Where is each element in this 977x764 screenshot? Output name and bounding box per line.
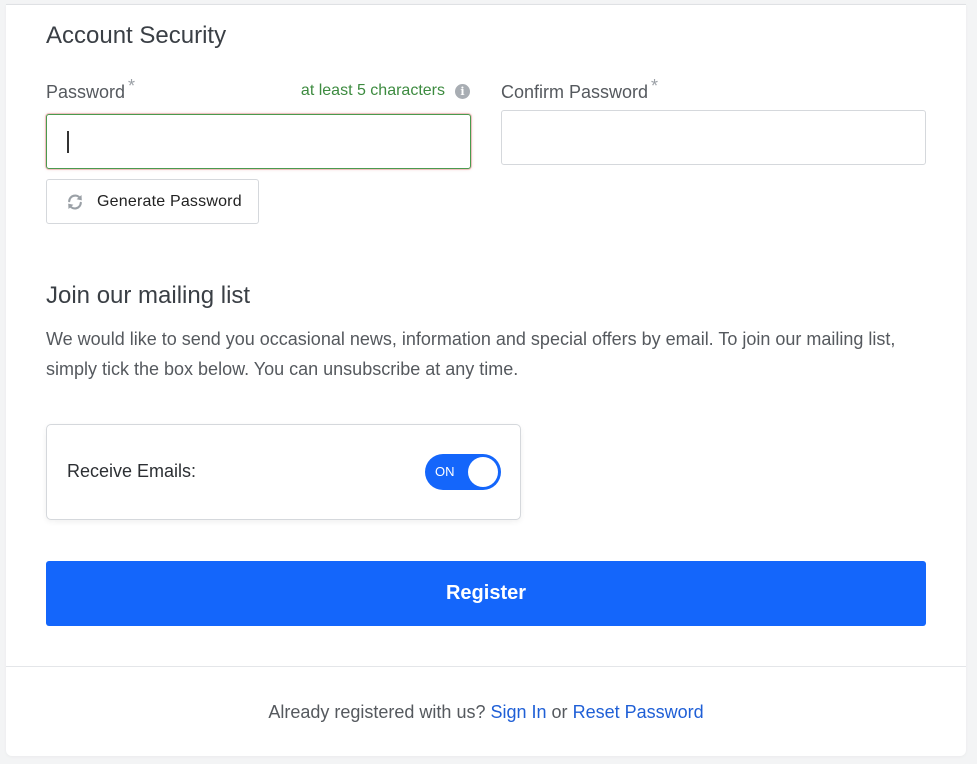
footer: Already registered with us? Sign In or R…: [6, 700, 966, 724]
password-label: Password *: [46, 76, 135, 103]
toggle-state-text: ON: [435, 464, 455, 479]
footer-divider: [6, 666, 966, 667]
refresh-icon: [66, 193, 84, 211]
confirm-password-label: Confirm Password *: [501, 76, 658, 103]
confirm-password-required-mark: *: [651, 76, 659, 96]
info-icon[interactable]: i: [455, 83, 470, 99]
password-required-mark: *: [128, 76, 136, 96]
reset-password-link[interactable]: Reset Password: [573, 702, 704, 722]
sign-in-link[interactable]: Sign In: [490, 702, 546, 722]
registration-card: Account Security Password * at least 5 ch…: [6, 4, 966, 756]
generate-password-button[interactable]: Generate Password: [46, 179, 259, 224]
receive-emails-toggle[interactable]: ON: [425, 454, 501, 490]
receive-emails-panel: Receive Emails: ON: [46, 424, 521, 520]
confirm-password-label-text: Confirm Password: [501, 82, 649, 102]
footer-or: or: [551, 702, 568, 722]
receive-emails-label: Receive Emails:: [67, 461, 197, 481]
password-hint: at least 5 characters i: [301, 81, 470, 101]
account-security-title: Account Security: [46, 22, 227, 49]
password-hint-text: at least 5 characters: [300, 82, 445, 99]
footer-prefix: Already registered with us?: [268, 702, 486, 722]
toggle-knob: [468, 457, 498, 487]
mailing-list-title: Join our mailing list: [46, 282, 251, 309]
mailing-list-description: We would like to send you occasional new…: [46, 329, 896, 379]
register-button[interactable]: Register: [46, 561, 926, 626]
password-input[interactable]: [46, 114, 471, 169]
text-caret: [67, 131, 69, 153]
password-label-text: Password: [46, 82, 126, 102]
confirm-password-input[interactable]: [501, 110, 926, 165]
generate-password-label: Generate Password: [97, 192, 242, 210]
